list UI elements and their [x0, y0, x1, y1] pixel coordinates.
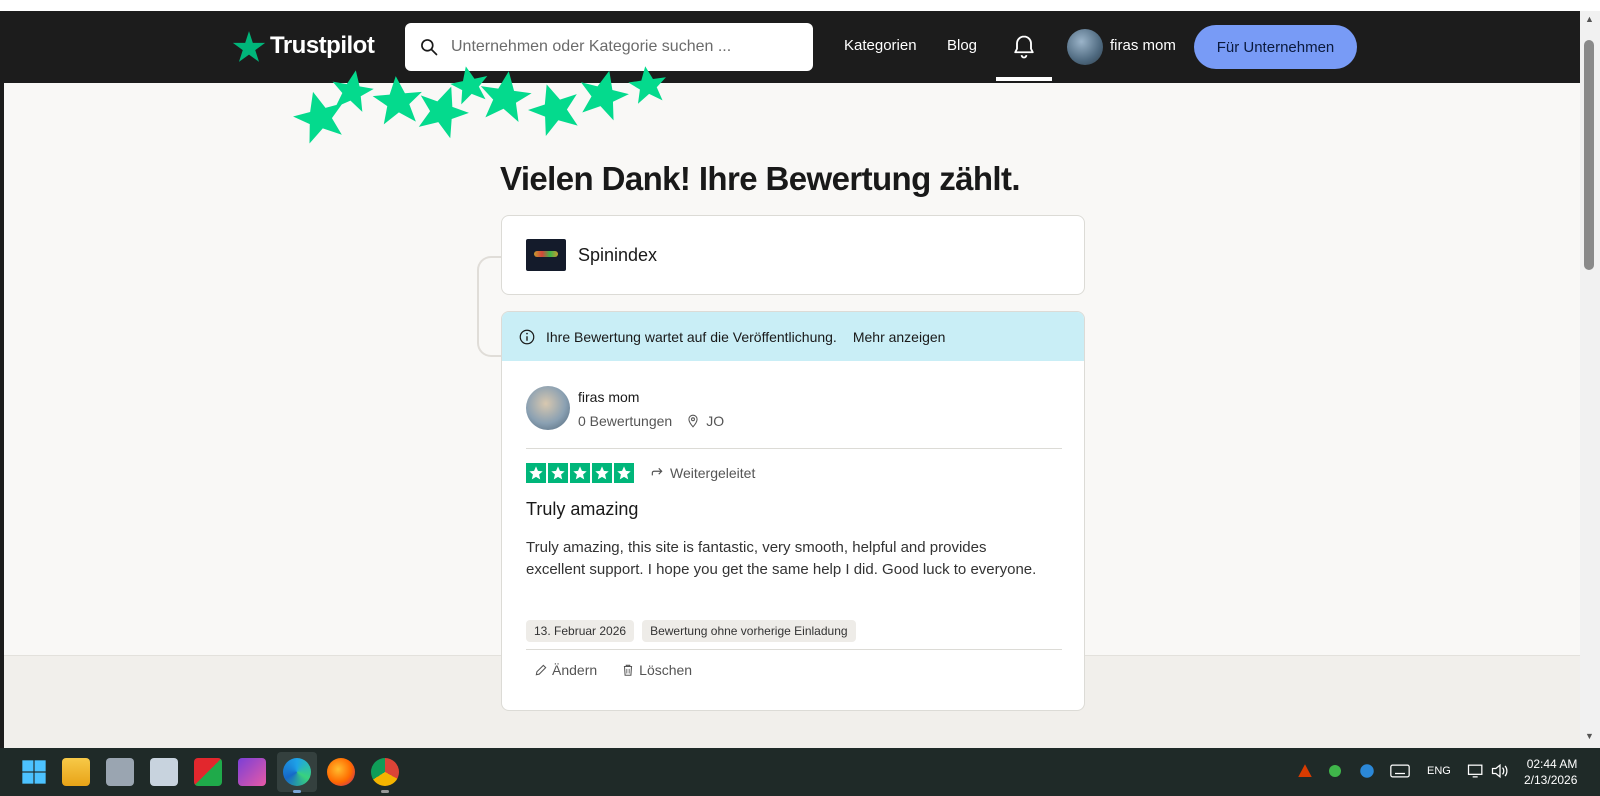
- app-icon[interactable]: [194, 758, 222, 786]
- edge-icon[interactable]: [283, 758, 311, 786]
- tray-app-icon[interactable]: [1296, 762, 1314, 780]
- review-body: Truly amazing, this site is fantastic, v…: [526, 539, 1037, 578]
- volume-icon[interactable]: [1490, 762, 1510, 780]
- info-icon: [519, 329, 535, 344]
- star-icon: [548, 463, 568, 483]
- active-app-indicator: [293, 790, 301, 793]
- review-actions: Ändern Löschen: [534, 662, 692, 678]
- star-icon: [614, 463, 634, 483]
- chrome-icon[interactable]: [371, 758, 399, 786]
- taskbar: ENG 02:44 AM 2/13/2026: [0, 748, 1600, 796]
- delete-label: Löschen: [639, 662, 693, 678]
- company-logo: [526, 239, 566, 271]
- avatar[interactable]: [1067, 29, 1103, 65]
- browser-top-strip: [0, 0, 1600, 11]
- company-name[interactable]: Spinindex: [578, 245, 657, 266]
- clock-time: 02:44 AM: [1526, 757, 1578, 771]
- star-rating: [526, 463, 634, 483]
- delete-button[interactable]: Löschen: [621, 662, 692, 678]
- review-count: 0 Bewertungen: [578, 413, 673, 429]
- brand-name: Trustpilot: [270, 32, 375, 59]
- author-location: JO: [686, 413, 724, 429]
- pending-notice: Ihre Bewertung wartet auf die Veröffentl…: [502, 312, 1084, 361]
- running-app-indicator: [381, 790, 389, 793]
- review-author: firas mom 0 Bewertungen JO: [526, 386, 724, 430]
- avatar: [526, 386, 570, 430]
- show-more-link[interactable]: Mehr anzeigen: [853, 329, 946, 345]
- for-business-button[interactable]: Für Unternehmen: [1194, 25, 1357, 69]
- search-icon: [421, 39, 438, 56]
- language-indicator[interactable]: ENG: [1427, 765, 1451, 777]
- star-icon: [592, 463, 612, 483]
- page-title: Vielen Dank! Ihre Bewertung zählt.: [500, 160, 1021, 197]
- tray-app-icon[interactable]: [1358, 762, 1376, 780]
- decorative-stars: [288, 62, 670, 146]
- scrollbar-thumb[interactable]: [1584, 40, 1594, 270]
- windows-start-icon[interactable]: [20, 758, 48, 786]
- forwarded-label: Weitergeleitet: [670, 465, 756, 481]
- winrar-icon[interactable]: [238, 758, 266, 786]
- top-navigation: Trustpilot Kategorien Blog firas mom Für…: [4, 11, 1580, 83]
- nav-link-categories[interactable]: Kategorien: [844, 37, 917, 54]
- notifications-active-indicator: [996, 77, 1052, 81]
- forward-arrow-icon: [651, 467, 663, 476]
- pending-notice-text: Ihre Bewertung wartet auf die Veröffentl…: [546, 328, 837, 345]
- forwarded-status: Weitergeleitet: [650, 465, 755, 481]
- nav-link-blog[interactable]: Blog: [947, 37, 977, 54]
- country-code: JO: [706, 413, 725, 429]
- trustpilot-logo[interactable]: Trustpilot: [232, 29, 375, 63]
- date-tag: 13. Februar 2026: [526, 620, 635, 642]
- calculator-icon[interactable]: [106, 758, 134, 786]
- divider: [526, 649, 1062, 650]
- firefox-icon[interactable]: [327, 758, 355, 786]
- search-box[interactable]: [405, 23, 813, 71]
- keyboard-icon[interactable]: [1390, 762, 1410, 780]
- review-tags: 13. Februar 2026 Bewertung ohne vorherig…: [526, 620, 856, 642]
- star-icon: [570, 463, 590, 483]
- star-icon: [526, 463, 546, 483]
- trustpilot-star-icon: [232, 31, 266, 62]
- tray-app-icon[interactable]: [1326, 762, 1344, 780]
- trash-icon: [624, 664, 633, 676]
- invite-tag: Bewertung ohne vorherige Einladung: [642, 620, 856, 642]
- window-frame: [0, 11, 4, 748]
- scroll-up-icon[interactable]: ▲: [1585, 14, 1594, 24]
- system-clock[interactable]: 02:44 AM 2/13/2026: [1524, 756, 1577, 788]
- edit-button[interactable]: Ändern: [534, 662, 597, 678]
- review-card: Ihre Bewertung wartet auf die Veröffentl…: [501, 311, 1085, 711]
- review-title: Truly amazing: [526, 499, 639, 519]
- location-pin-icon: [688, 414, 698, 428]
- divider: [526, 448, 1062, 449]
- rating-row: Weitergeleitet: [526, 463, 755, 483]
- bell-icon[interactable]: [1010, 33, 1038, 61]
- edit-label: Ändern: [552, 662, 598, 678]
- pencil-icon: [535, 664, 547, 676]
- author-name: firas mom: [578, 389, 640, 405]
- scroll-down-icon[interactable]: ▼: [1585, 731, 1594, 741]
- clock-date: 2/13/2026: [1524, 773, 1578, 787]
- control-panel-icon[interactable]: [150, 758, 178, 786]
- company-card[interactable]: Spinindex: [501, 215, 1085, 295]
- nav-username[interactable]: firas mom: [1110, 37, 1176, 54]
- network-icon[interactable]: [1466, 762, 1486, 780]
- search-input[interactable]: [451, 38, 791, 56]
- microsoft-store-icon[interactable]: [62, 758, 90, 786]
